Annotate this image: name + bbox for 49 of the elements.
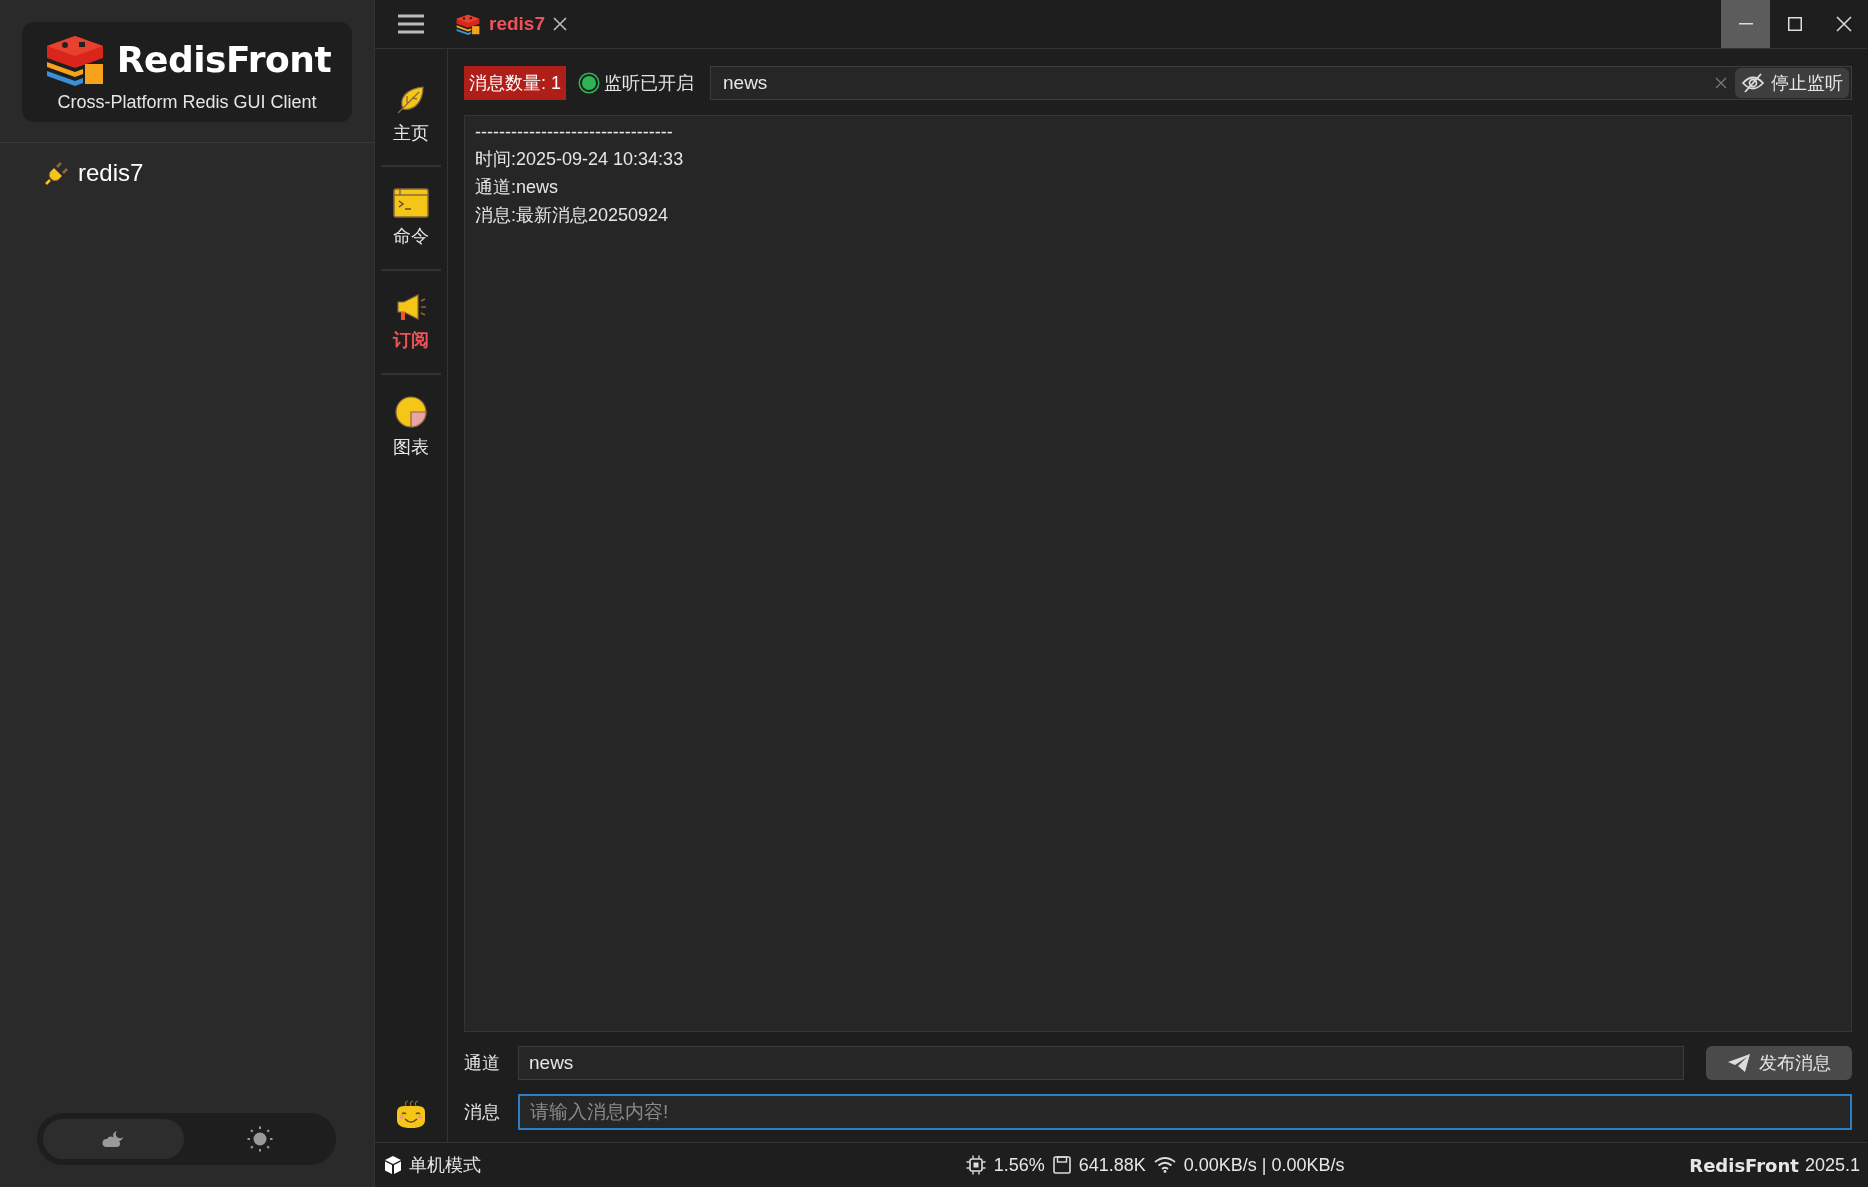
nav-item[interactable]: 主页 <box>381 63 441 167</box>
network-speed: 0.00KB/s | 0.00KB/s <box>1183 1154 1345 1176</box>
stop-listening-button[interactable]: 停止监听 <box>1735 68 1849 98</box>
message-count-badge: 消息数量: 1 <box>464 66 566 100</box>
nav-item[interactable]: 命令 <box>381 167 441 271</box>
close-icon[interactable] <box>553 17 567 31</box>
cpu-icon <box>965 1155 986 1175</box>
clear-icon[interactable] <box>1715 77 1727 89</box>
save-icon <box>1052 1156 1071 1174</box>
cube-icon <box>383 1155 403 1175</box>
pie-chart-icon <box>394 395 428 429</box>
nav-item[interactable]: 图表 <box>381 375 441 479</box>
theme-option[interactable] <box>43 1119 184 1159</box>
brand-name: RedisFront <box>1689 1154 1799 1176</box>
message-field[interactable]: 请输入消息内容! <box>518 1094 1852 1130</box>
message-label: 消息 <box>464 1101 501 1124</box>
maximize-icon <box>1787 17 1802 31</box>
connection-tab[interactable]: redis7 <box>447 0 575 48</box>
log-line: --------------------------------- <box>475 122 674 143</box>
eye-slash-icon <box>1741 72 1765 94</box>
channel-field[interactable]: news <box>518 1046 1684 1080</box>
cloud-moon-icon <box>101 1129 126 1149</box>
channel-filter-field[interactable]: news 停止监听 <box>710 66 1852 100</box>
mode-label: 单机模式 <box>409 1154 481 1177</box>
app-subtitle: Cross-Platform Redis GUI Client <box>57 91 317 113</box>
memory-usage: 641.88K <box>1078 1154 1146 1176</box>
channel-label: 通道 <box>464 1052 501 1075</box>
log-line: 通道:news <box>475 176 560 199</box>
cpu-usage: 1.56% <box>993 1154 1045 1176</box>
app-title: RedisFront <box>116 39 332 80</box>
log-line: 消息:最新消息20250924 <box>475 204 670 227</box>
smiley-icon[interactable] <box>394 1100 428 1130</box>
listening-status: 监听已开启 <box>604 72 694 95</box>
close-icon <box>1835 16 1852 32</box>
leaf-icon <box>395 83 427 115</box>
megaphone-icon <box>394 292 428 322</box>
connection-item[interactable]: redis7 <box>78 159 144 187</box>
terminal-icon <box>393 188 429 218</box>
send-icon <box>1727 1053 1751 1073</box>
log-line: 时间:2025-09-24 10:34:33 <box>475 148 685 171</box>
wifi-icon <box>1153 1157 1176 1173</box>
nav-item[interactable]: 订阅 <box>381 271 441 375</box>
logo-icon <box>455 12 481 36</box>
publish-button[interactable]: 发布消息 <box>1706 1046 1852 1080</box>
version-label: 2025.1 <box>1804 1154 1860 1176</box>
sun-icon <box>246 1126 273 1152</box>
plug-icon <box>44 160 70 186</box>
minimize-icon <box>1738 23 1753 25</box>
menu-icon[interactable] <box>398 14 424 34</box>
